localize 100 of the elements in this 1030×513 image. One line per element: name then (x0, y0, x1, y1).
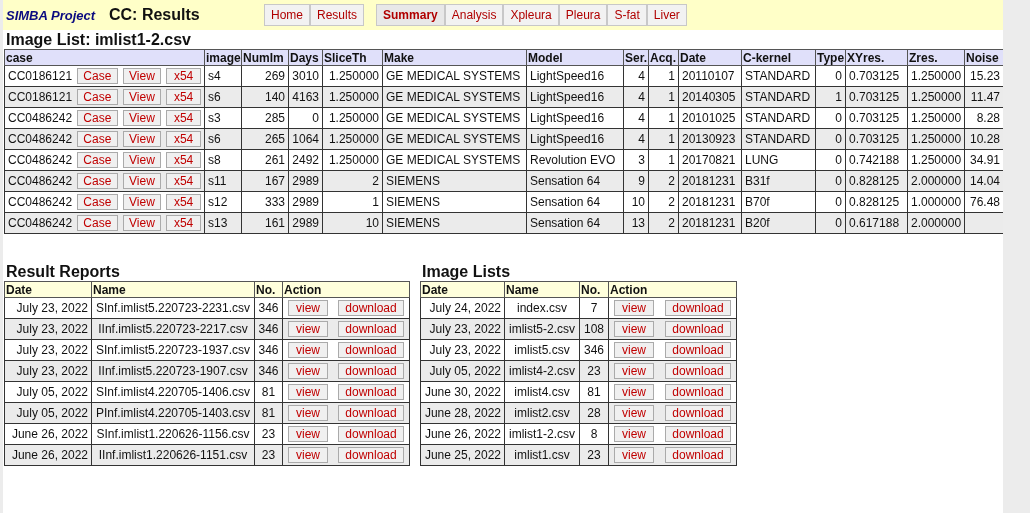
count-cell: 23 (254, 423, 283, 445)
table-cell: 3010 (288, 65, 323, 87)
table-cell: 2 (648, 212, 679, 234)
table-cell: 20110107 (678, 65, 742, 87)
table-cell: 0 (815, 107, 846, 129)
brand-logo[interactable]: SIMBA Project (6, 7, 109, 23)
download-button[interactable]: download (665, 321, 731, 337)
table-cell: 1.250000 (322, 128, 383, 150)
table-cell: 4 (623, 128, 649, 150)
action-button[interactable]: x54 (166, 68, 201, 84)
nav-tab[interactable]: Pleura (558, 4, 608, 26)
table-cell: s6 (204, 128, 242, 150)
table-cell: 20181231 (678, 191, 742, 213)
download-button[interactable]: download (665, 405, 731, 421)
download-button[interactable]: download (665, 426, 731, 442)
view-button[interactable]: view (614, 363, 654, 379)
action-button[interactable]: View (122, 215, 162, 231)
view-button[interactable]: view (614, 405, 654, 421)
action-button[interactable]: Case (77, 173, 118, 189)
download-button[interactable]: download (338, 384, 404, 400)
nav-tab[interactable]: Analysis (444, 4, 504, 26)
table-cell: B31f (741, 170, 816, 192)
view-button[interactable]: view (614, 447, 654, 463)
table-cell: 167 (241, 170, 289, 192)
table-cell: 0 (288, 107, 323, 129)
action-button[interactable]: Case (77, 194, 118, 210)
nav-tab[interactable]: Home (264, 4, 310, 26)
action-button[interactable]: Case (77, 215, 118, 231)
action-button[interactable]: x54 (166, 194, 201, 210)
action-button[interactable]: Case (77, 110, 118, 126)
download-button[interactable]: download (338, 321, 404, 337)
action-button[interactable]: Case (77, 89, 118, 105)
download-button[interactable]: download (665, 447, 731, 463)
action-button[interactable]: Case (77, 131, 118, 147)
table-cell: 1 (648, 65, 679, 87)
table-cell: Sensation 64 (526, 212, 624, 234)
action-button[interactable]: Case (77, 152, 118, 168)
view-button[interactable]: view (288, 300, 328, 316)
download-button[interactable]: download (665, 384, 731, 400)
nav-tab[interactable]: S-fat (607, 4, 647, 26)
table-cell: 0.828125 (845, 170, 908, 192)
column-header: Date (4, 281, 92, 298)
action-button[interactable]: x54 (166, 89, 201, 105)
view-button[interactable]: view (614, 426, 654, 442)
view-button[interactable]: view (614, 342, 654, 358)
download-button[interactable]: download (338, 405, 404, 421)
table-cell: LUNG (741, 149, 816, 171)
view-button[interactable]: view (614, 384, 654, 400)
view-button[interactable]: view (288, 342, 328, 358)
action-button[interactable]: View (122, 131, 162, 147)
action-button[interactable]: x54 (166, 173, 201, 189)
case-id: CC0486242 (8, 111, 73, 125)
table-cell: 0.703125 (845, 128, 908, 150)
view-button[interactable]: view (288, 426, 328, 442)
action-button[interactable]: x54 (166, 152, 201, 168)
table-cell: B20f (741, 212, 816, 234)
table-cell: 0 (815, 170, 846, 192)
action-button[interactable]: x54 (166, 110, 201, 126)
download-button[interactable]: download (338, 300, 404, 316)
file-name-cell: SInf.imlist5.220723-1937.csv (91, 339, 255, 361)
view-button[interactable]: view (288, 447, 328, 463)
view-button[interactable]: view (288, 363, 328, 379)
action-button[interactable]: View (122, 173, 162, 189)
download-button[interactable]: download (665, 363, 731, 379)
view-button[interactable]: view (288, 321, 328, 337)
view-button[interactable]: view (614, 300, 654, 316)
table-cell: 4 (623, 86, 649, 108)
count-cell: 81 (254, 381, 283, 403)
download-button[interactable]: download (338, 342, 404, 358)
action-button[interactable]: View (122, 194, 162, 210)
action-button[interactable]: x54 (166, 131, 201, 147)
table-cell: 1.250000 (907, 128, 965, 150)
count-cell: 81 (579, 381, 609, 403)
action-button[interactable]: View (122, 152, 162, 168)
action-button[interactable]: View (122, 68, 162, 84)
nav-tab[interactable]: Results (310, 4, 365, 26)
download-button[interactable]: download (338, 363, 404, 379)
nav-tab[interactable]: Liver (646, 4, 687, 26)
download-button[interactable]: download (338, 426, 404, 442)
download-button[interactable]: download (665, 342, 731, 358)
action-button[interactable]: Case (77, 68, 118, 84)
view-button[interactable]: view (288, 405, 328, 421)
section-title: Image List: imlist1-2.csv (5, 30, 192, 49)
action-button[interactable]: x54 (166, 215, 201, 231)
nav-tab[interactable]: Summary (376, 4, 445, 26)
table-cell: 2989 (288, 212, 323, 234)
download-button[interactable]: download (665, 300, 731, 316)
view-button[interactable]: view (614, 321, 654, 337)
view-button[interactable]: view (288, 384, 328, 400)
action-button[interactable]: View (122, 89, 162, 105)
action-button[interactable]: View (122, 110, 162, 126)
file-name-cell: SInf.imlist5.220723-2231.csv (91, 297, 255, 319)
nav-tab[interactable]: Xpleura (503, 4, 559, 26)
column-header: case (4, 49, 205, 66)
table-cell: 1.250000 (322, 149, 383, 171)
date-cell: July 23, 2022 (4, 360, 92, 382)
date-cell: July 23, 2022 (4, 339, 92, 361)
download-button[interactable]: download (338, 447, 404, 463)
table-cell: 20101025 (678, 107, 742, 129)
column-header: Type (815, 49, 846, 66)
